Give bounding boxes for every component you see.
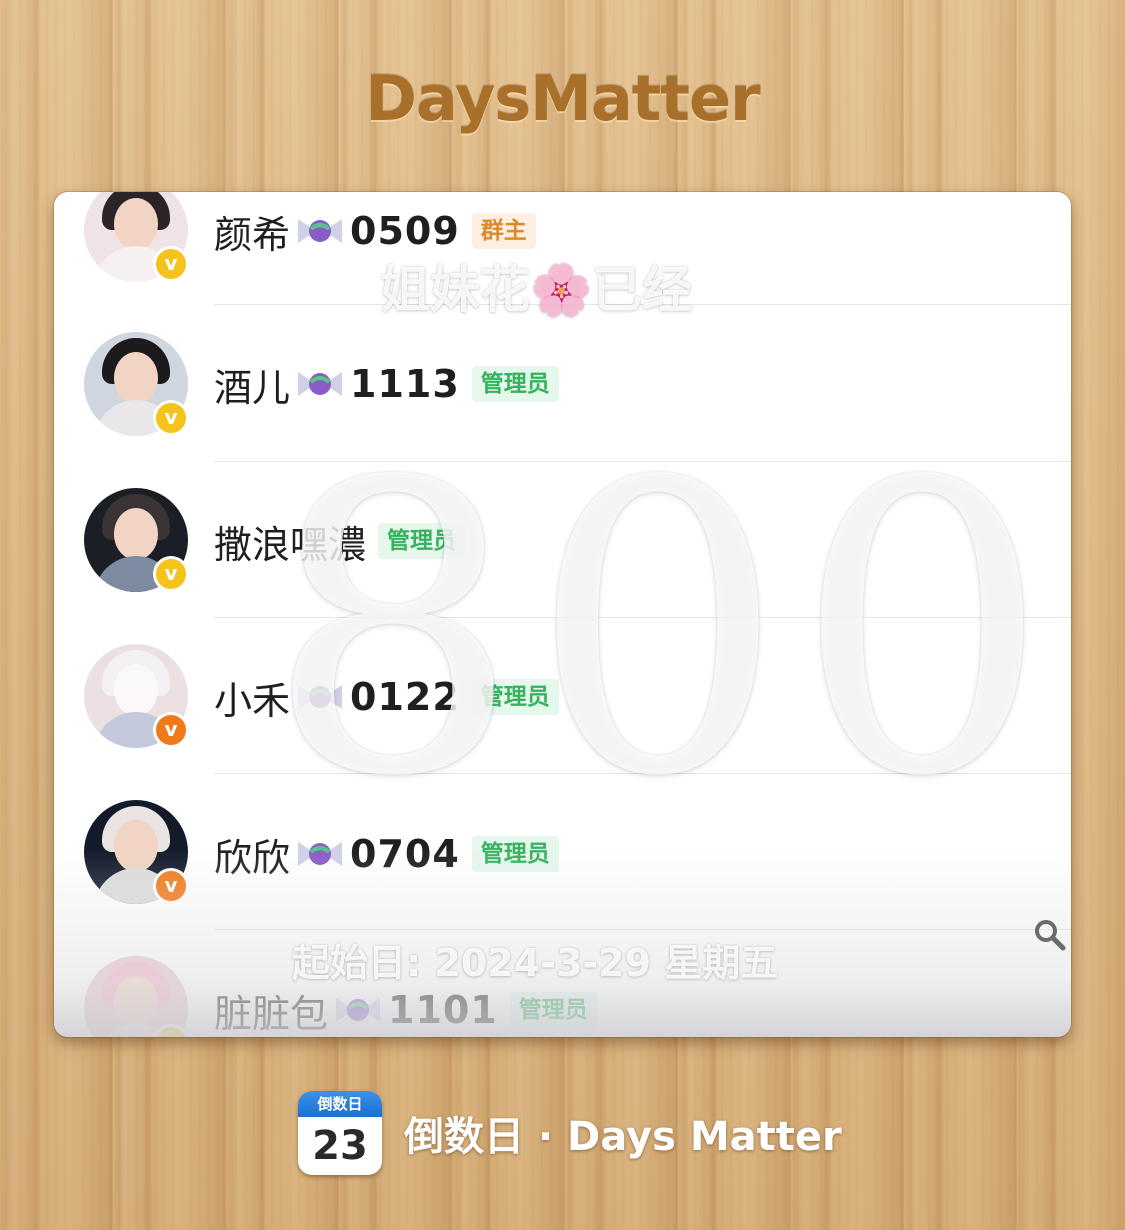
- app-title: DaysMatter: [365, 62, 760, 135]
- member-name: 脏脏包: [214, 991, 329, 1036]
- divider: [214, 773, 1071, 774]
- member-row[interactable]: v 小禾 0122 管理员: [54, 622, 1071, 778]
- member-row[interactable]: v 颜希 0509 群主: [54, 192, 1071, 310]
- role-tag: 管理员: [471, 366, 559, 402]
- role-tag: 群主: [471, 213, 536, 249]
- member-row[interactable]: v 脏脏包 1101 管理员: [54, 934, 1071, 1037]
- divider: [214, 929, 1071, 930]
- member-number: 1113: [350, 362, 460, 406]
- member-number: 0704: [350, 832, 460, 876]
- role-tag: 管理员: [471, 836, 559, 872]
- verified-badge-icon: v: [153, 246, 189, 282]
- member-name: 酒儿: [214, 365, 291, 410]
- member-number: 0509: [350, 209, 460, 253]
- divider: [214, 461, 1071, 462]
- member-row[interactable]: v 欣欣 0704 管理员: [54, 778, 1071, 934]
- role-tag: 管理员: [509, 992, 597, 1028]
- footer-label: 倒数日 · Days Matter: [404, 1114, 842, 1160]
- divider: [214, 617, 1071, 618]
- member-row[interactable]: v 酒儿 1113 管理员: [54, 310, 1071, 466]
- member-name: 颜希: [214, 212, 291, 257]
- member-number: 1101: [388, 988, 498, 1032]
- role-tag: 管理员: [471, 679, 559, 715]
- candy-icon: [294, 677, 346, 717]
- search-icon[interactable]: [1032, 917, 1068, 953]
- candy-icon: [294, 211, 346, 251]
- candy-icon: [294, 834, 346, 874]
- calendar-icon: 倒数日 23: [298, 1091, 382, 1175]
- verified-badge-icon: v: [153, 556, 189, 592]
- calendar-header: 倒数日: [298, 1091, 382, 1117]
- member-name: 小禾: [214, 678, 291, 723]
- verified-badge-icon: v: [153, 400, 189, 436]
- role-tag: 管理员: [378, 523, 466, 559]
- divider: [214, 304, 1071, 305]
- calendar-day: 23: [312, 1123, 368, 1169]
- verified-badge-icon: v: [153, 868, 189, 904]
- candy-icon: [332, 990, 384, 1030]
- member-name: 欣欣: [214, 835, 291, 880]
- event-card[interactable]: v 颜希 0509 群主 v 酒儿 1113 管理员 v 撒浪嘿濃 管理员 v …: [54, 192, 1071, 1037]
- member-number: 0122: [350, 675, 460, 719]
- candy-icon: [294, 364, 346, 404]
- member-row[interactable]: v 撒浪嘿濃 管理员: [54, 466, 1071, 622]
- app-footer: 倒数日 23 倒数日 · Days Matter: [298, 1088, 842, 1178]
- verified-badge-icon: v: [153, 712, 189, 748]
- member-name: 撒浪嘿濃: [214, 522, 367, 567]
